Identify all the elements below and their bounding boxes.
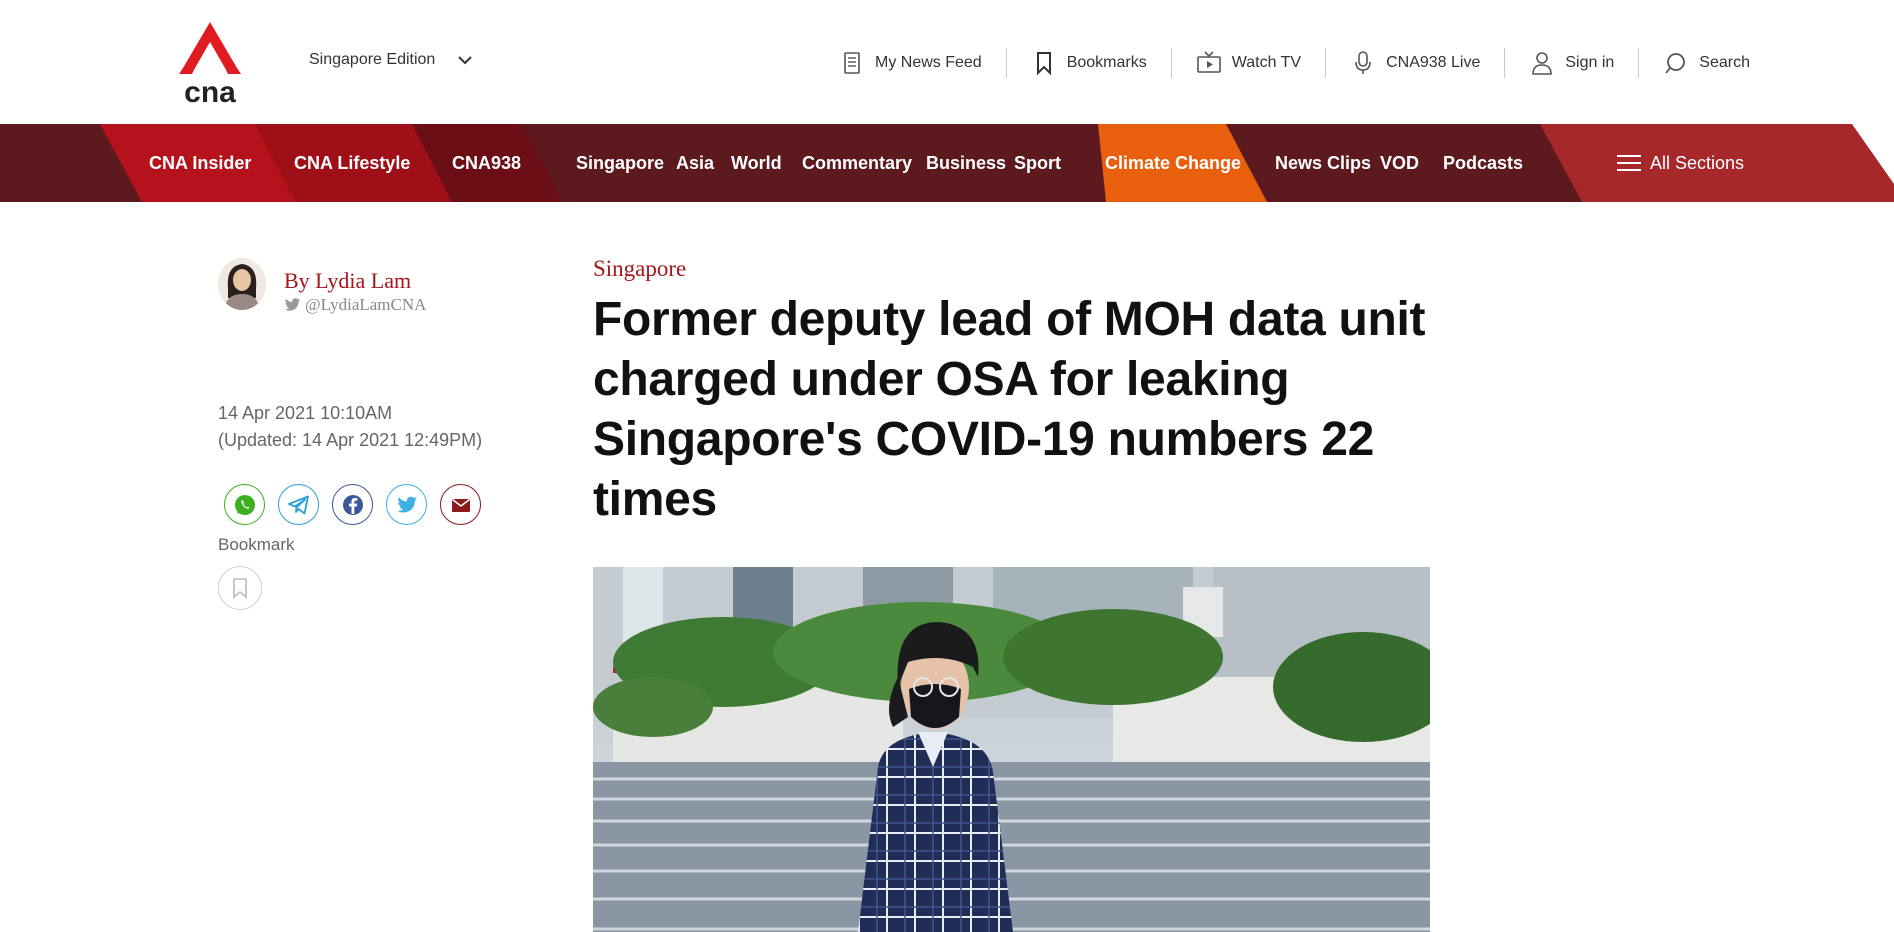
- share-whatsapp-button[interactable]: [224, 484, 265, 525]
- hero-photo: [593, 567, 1430, 932]
- nav-vod[interactable]: VOD: [1380, 124, 1419, 202]
- article-hero-image[interactable]: [593, 567, 1430, 932]
- article-category[interactable]: Singapore: [593, 256, 686, 282]
- nav-podcasts[interactable]: Podcasts: [1443, 124, 1523, 202]
- search-label: Search: [1699, 54, 1750, 71]
- cna938-live-label: CNA938 Live: [1386, 54, 1481, 71]
- microphone-icon: [1355, 51, 1371, 74]
- utility-nav: My News Feed Bookmarks Watch TV CNA938 L…: [815, 44, 1750, 82]
- all-sections-button[interactable]: All Sections: [1616, 124, 1744, 202]
- bookmark-label: Bookmark: [218, 535, 295, 554]
- share-telegram-button[interactable]: [278, 484, 319, 525]
- all-sections-label: All Sections: [1650, 152, 1745, 173]
- edition-label: Singapore Edition: [309, 51, 436, 68]
- share-facebook-button[interactable]: [332, 484, 373, 525]
- article-headline: Former deputy lead of MOH data unit char…: [593, 293, 1426, 526]
- twitter-icon: [396, 496, 417, 513]
- published-date: 14 Apr 2021 10:10AM: [218, 403, 393, 423]
- facebook-icon: [342, 494, 363, 515]
- cna938-live-link[interactable]: CNA938 Live: [1325, 48, 1504, 78]
- my-news-feed-link[interactable]: My News Feed: [815, 48, 1006, 78]
- article-dates: 14 Apr 2021 10:10AM (Updated: 14 Apr 202…: [218, 400, 482, 454]
- sign-in-link[interactable]: Sign in: [1504, 48, 1638, 78]
- nav-cna-lifestyle[interactable]: CNA Lifestyle: [294, 124, 410, 202]
- twitter-bird-icon: [284, 298, 301, 311]
- nav-world[interactable]: World: [731, 124, 782, 202]
- author-twitter-handle[interactable]: @LydiaLamCNA: [284, 295, 426, 315]
- bookmark-article-button[interactable]: [218, 566, 262, 610]
- nav-asia[interactable]: Asia: [676, 124, 714, 202]
- news-feed-icon: [844, 52, 860, 74]
- hamburger-icon: [1617, 155, 1641, 171]
- tv-icon: [1196, 51, 1221, 73]
- nav-singapore[interactable]: Singapore: [576, 124, 664, 202]
- bookmark-outline-icon: [233, 578, 247, 599]
- cna-logo[interactable]: cna: [175, 20, 245, 109]
- top-header: cna Singapore Edition My News Feed Bookm…: [0, 0, 1894, 124]
- my-news-feed-label: My News Feed: [875, 54, 982, 71]
- whatsapp-icon: [234, 494, 255, 515]
- search-button[interactable]: Search: [1638, 48, 1750, 78]
- nav-news-clips[interactable]: News Clips: [1275, 124, 1371, 202]
- nav-climate-change[interactable]: Climate Change: [1105, 124, 1241, 202]
- main-nav: CNA Insider CNA Lifestyle CNA938 Singapo…: [0, 124, 1894, 202]
- telegram-icon: [287, 495, 309, 514]
- bookmarks-label: Bookmarks: [1066, 54, 1147, 71]
- chevron-down-icon: [458, 56, 473, 65]
- share-buttons: [224, 484, 481, 525]
- email-icon: [451, 498, 470, 512]
- search-icon: [1665, 53, 1686, 74]
- nav-commentary[interactable]: Commentary: [802, 124, 912, 202]
- updated-date: (Updated: 14 Apr 2021 12:49PM): [218, 430, 483, 450]
- sign-in-label: Sign in: [1565, 54, 1615, 71]
- nav-cna938[interactable]: CNA938: [452, 124, 521, 202]
- author-byline: By Lydia Lam @LydiaLamCNA: [218, 258, 426, 315]
- bookmarks-link[interactable]: Bookmarks: [1005, 48, 1171, 78]
- author-handle-text: @LydiaLamCNA: [305, 295, 427, 314]
- user-icon: [1532, 52, 1553, 75]
- watch-tv-link[interactable]: Watch TV: [1170, 48, 1325, 78]
- author-avatar[interactable]: [218, 258, 266, 310]
- edition-selector[interactable]: Singapore Edition: [309, 51, 473, 69]
- nav-sport[interactable]: Sport: [1014, 124, 1061, 202]
- nav-business[interactable]: Business: [926, 124, 1006, 202]
- bookmark-icon: [1036, 52, 1051, 76]
- share-email-button[interactable]: [440, 484, 481, 525]
- watch-tv-label: Watch TV: [1231, 54, 1302, 71]
- nav-cna-insider[interactable]: CNA Insider: [149, 124, 251, 202]
- author-name: By Lydia Lam: [284, 268, 412, 293]
- share-twitter-button[interactable]: [386, 484, 427, 525]
- logo-text: cna: [184, 76, 236, 104]
